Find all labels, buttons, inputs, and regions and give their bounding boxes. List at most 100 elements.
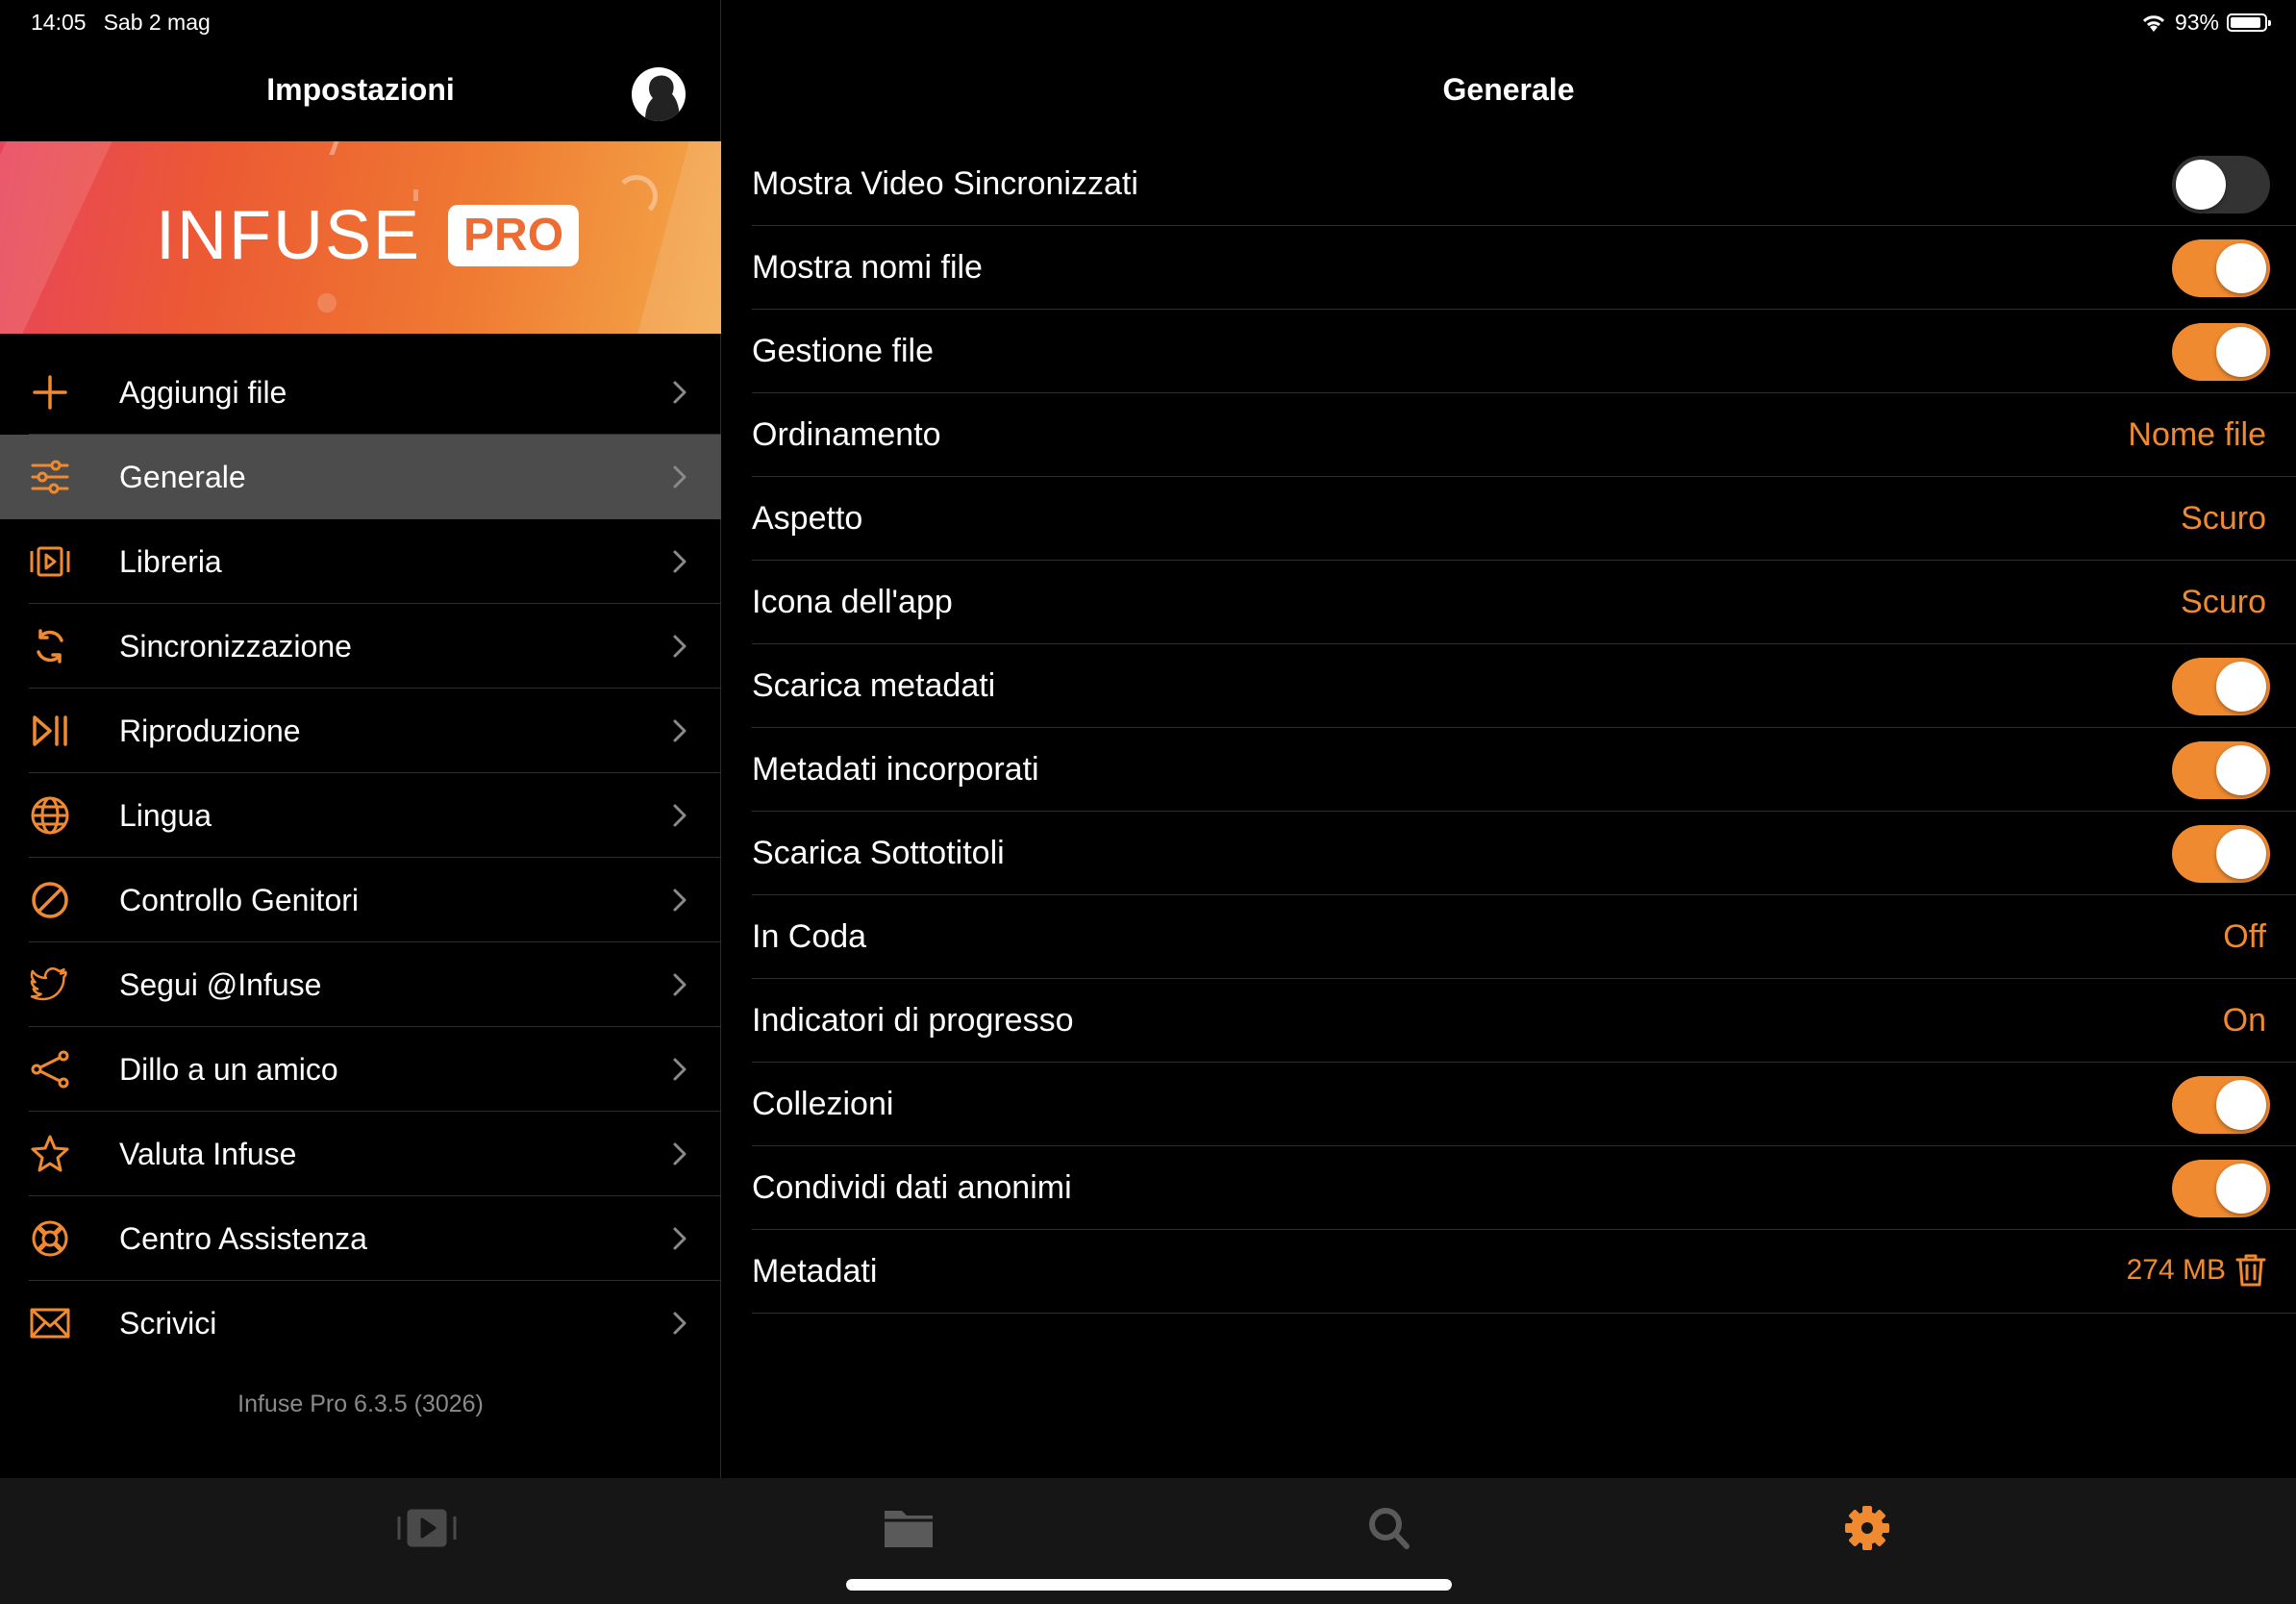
sidebar-item-label: Segui @Infuse: [119, 966, 322, 1002]
tab-search[interactable]: [1356, 1499, 1423, 1557]
star-icon: [31, 1135, 69, 1172]
sidebar-item-aggiungi-file[interactable]: Aggiungi file: [0, 350, 721, 435]
sidebar-item-valuta-infuse[interactable]: Valuta Infuse: [0, 1112, 721, 1196]
toggle-switch[interactable]: [2172, 239, 2270, 297]
wifi-icon: [2142, 14, 2165, 32]
chevron-right-icon: [673, 635, 686, 658]
setting-label: Ordinamento: [752, 416, 941, 453]
sidebar-item-scrivici[interactable]: Scrivici: [0, 1281, 721, 1366]
setting-indicatori-di-progresso[interactable]: Indicatori di progresso On: [752, 979, 2296, 1063]
setting-label: Collezioni: [752, 1086, 894, 1122]
toggle-switch[interactable]: [2172, 323, 2270, 381]
settings-menu: Aggiungi file Generale Libreria Sincroni…: [0, 350, 721, 1366]
sidebar: Impostazioni INFUSE PRO Aggiungi file Ge…: [0, 0, 721, 1478]
metadata-storage: 274 MB: [2127, 1253, 2266, 1288]
mail-icon: [30, 1308, 70, 1339]
sidebar-item-label: Sincronizzazione: [119, 628, 352, 664]
chevron-right-icon: [673, 465, 686, 489]
prohibited-icon: [32, 882, 68, 918]
avatar[interactable]: [632, 67, 686, 121]
sidebar-item-lingua[interactable]: Lingua: [0, 773, 721, 858]
sidebar-item-centro-assistenza[interactable]: Centro Assistenza: [0, 1196, 721, 1281]
sidebar-item-label: Lingua: [119, 797, 212, 833]
toggle-switch[interactable]: [2172, 1076, 2270, 1134]
toggle-switch[interactable]: [2172, 658, 2270, 715]
setting-label: In Coda: [752, 918, 867, 955]
chevron-right-icon: [673, 804, 686, 827]
setting-label: Mostra nomi file: [752, 249, 983, 286]
chevron-right-icon: [673, 550, 686, 573]
chevron-right-icon: [673, 1058, 686, 1081]
brand-name: INFUSE: [156, 197, 422, 274]
toggle-switch[interactable]: [2172, 825, 2270, 883]
chevron-right-icon: [673, 1227, 686, 1250]
sidebar-item-dillo-a-un-amico[interactable]: Dillo a un amico: [0, 1027, 721, 1112]
sidebar-item-label: Controllo Genitori: [119, 882, 359, 917]
battery-icon: [2227, 13, 2271, 32]
setting-value[interactable]: Off: [2223, 918, 2266, 956]
setting-label: Aspetto: [752, 500, 863, 537]
setting-scarica-sottotitoli: Scarica Sottotitoli: [752, 812, 2296, 895]
sidebar-item-generale[interactable]: Generale: [0, 435, 721, 519]
sidebar-item-label: Valuta Infuse: [119, 1136, 297, 1171]
setting-label: Indicatori di progresso: [752, 1002, 1074, 1039]
lifebuoy-icon: [32, 1220, 68, 1257]
tab-library[interactable]: [393, 1499, 461, 1557]
setting-gestione-file: Gestione file: [752, 310, 2296, 393]
setting-in-coda[interactable]: In Coda Off: [752, 895, 2296, 979]
sidebar-item-label: Centro Assistenza: [119, 1220, 367, 1256]
storage-size: 274 MB: [2126, 1254, 2226, 1286]
chevron-right-icon: [673, 381, 686, 404]
sidebar-item-riproduzione[interactable]: Riproduzione: [0, 689, 721, 773]
sidebar-item-segui-infuse[interactable]: Segui @Infuse: [0, 942, 721, 1027]
chevron-right-icon: [673, 1312, 686, 1335]
tab-settings[interactable]: [1834, 1499, 1901, 1557]
settings-list: Mostra Video Sincronizzati Mostra nomi f…: [752, 142, 2296, 1314]
setting-mostra-nomi-file: Mostra nomi file: [752, 226, 2296, 310]
setting-value[interactable]: Scuro: [2181, 500, 2266, 538]
sidebar-item-label: Scrivici: [119, 1305, 217, 1341]
twitter-bird-icon: [30, 967, 67, 1001]
toggle-switch[interactable]: [2172, 741, 2270, 799]
sidebar-item-controllo-genitori[interactable]: Controllo Genitori: [0, 858, 721, 942]
setting-label: Scarica Sottotitoli: [752, 835, 1005, 871]
chevron-right-icon: [673, 719, 686, 742]
sidebar-item-sincronizzazione[interactable]: Sincronizzazione: [0, 604, 721, 689]
setting-ordinamento[interactable]: Ordinamento Nome file: [752, 393, 2296, 477]
toggle-switch[interactable]: [2172, 1160, 2270, 1217]
sync-icon: [37, 629, 63, 664]
setting-value[interactable]: Nome file: [2128, 416, 2266, 454]
setting-label: Metadati incorporati: [752, 751, 1039, 788]
globe-icon: [31, 796, 69, 835]
sliders-icon: [31, 460, 69, 494]
setting-condividi-dati-anonimi: Condividi dati anonimi: [752, 1146, 2296, 1230]
sidebar-title: Impostazioni: [266, 72, 455, 107]
chevron-right-icon: [673, 889, 686, 912]
setting-collezioni: Collezioni: [752, 1063, 2296, 1146]
tab-files[interactable]: [875, 1499, 942, 1557]
home-indicator[interactable]: [846, 1579, 1452, 1591]
setting-label: Scarica metadati: [752, 667, 996, 704]
sidebar-item-label: Generale: [119, 459, 246, 494]
toggle-switch[interactable]: [2172, 156, 2270, 213]
setting-metadati: Metadati 274 MB: [752, 1230, 2296, 1314]
setting-mostra-video-sincronizzati: Mostra Video Sincronizzati: [752, 142, 2296, 226]
setting-metadati-incorporati: Metadati incorporati: [752, 728, 2296, 812]
play-pause-icon: [33, 715, 67, 746]
sidebar-item-label: Dillo a un amico: [119, 1051, 338, 1087]
page-title: Generale: [1442, 72, 1575, 107]
setting-icona-dell-app[interactable]: Icona dell'app Scuro: [752, 561, 2296, 644]
trash-icon[interactable]: [2235, 1253, 2266, 1288]
setting-label: Icona dell'app: [752, 584, 953, 620]
setting-value[interactable]: On: [2223, 1002, 2266, 1040]
infuse-pro-banner[interactable]: INFUSE PRO: [0, 141, 721, 334]
avatar-silhouette-icon: [645, 75, 680, 121]
chevron-right-icon: [673, 1142, 686, 1165]
setting-value[interactable]: Scuro: [2181, 584, 2266, 621]
chevron-right-icon: [673, 973, 686, 996]
sidebar-item-label: Libreria: [119, 543, 222, 579]
setting-aspetto[interactable]: Aspetto Scuro: [752, 477, 2296, 561]
setting-label: Metadati: [752, 1253, 878, 1290]
battery-percent: 93%: [2174, 10, 2219, 35]
sidebar-item-libreria[interactable]: Libreria: [0, 519, 721, 604]
